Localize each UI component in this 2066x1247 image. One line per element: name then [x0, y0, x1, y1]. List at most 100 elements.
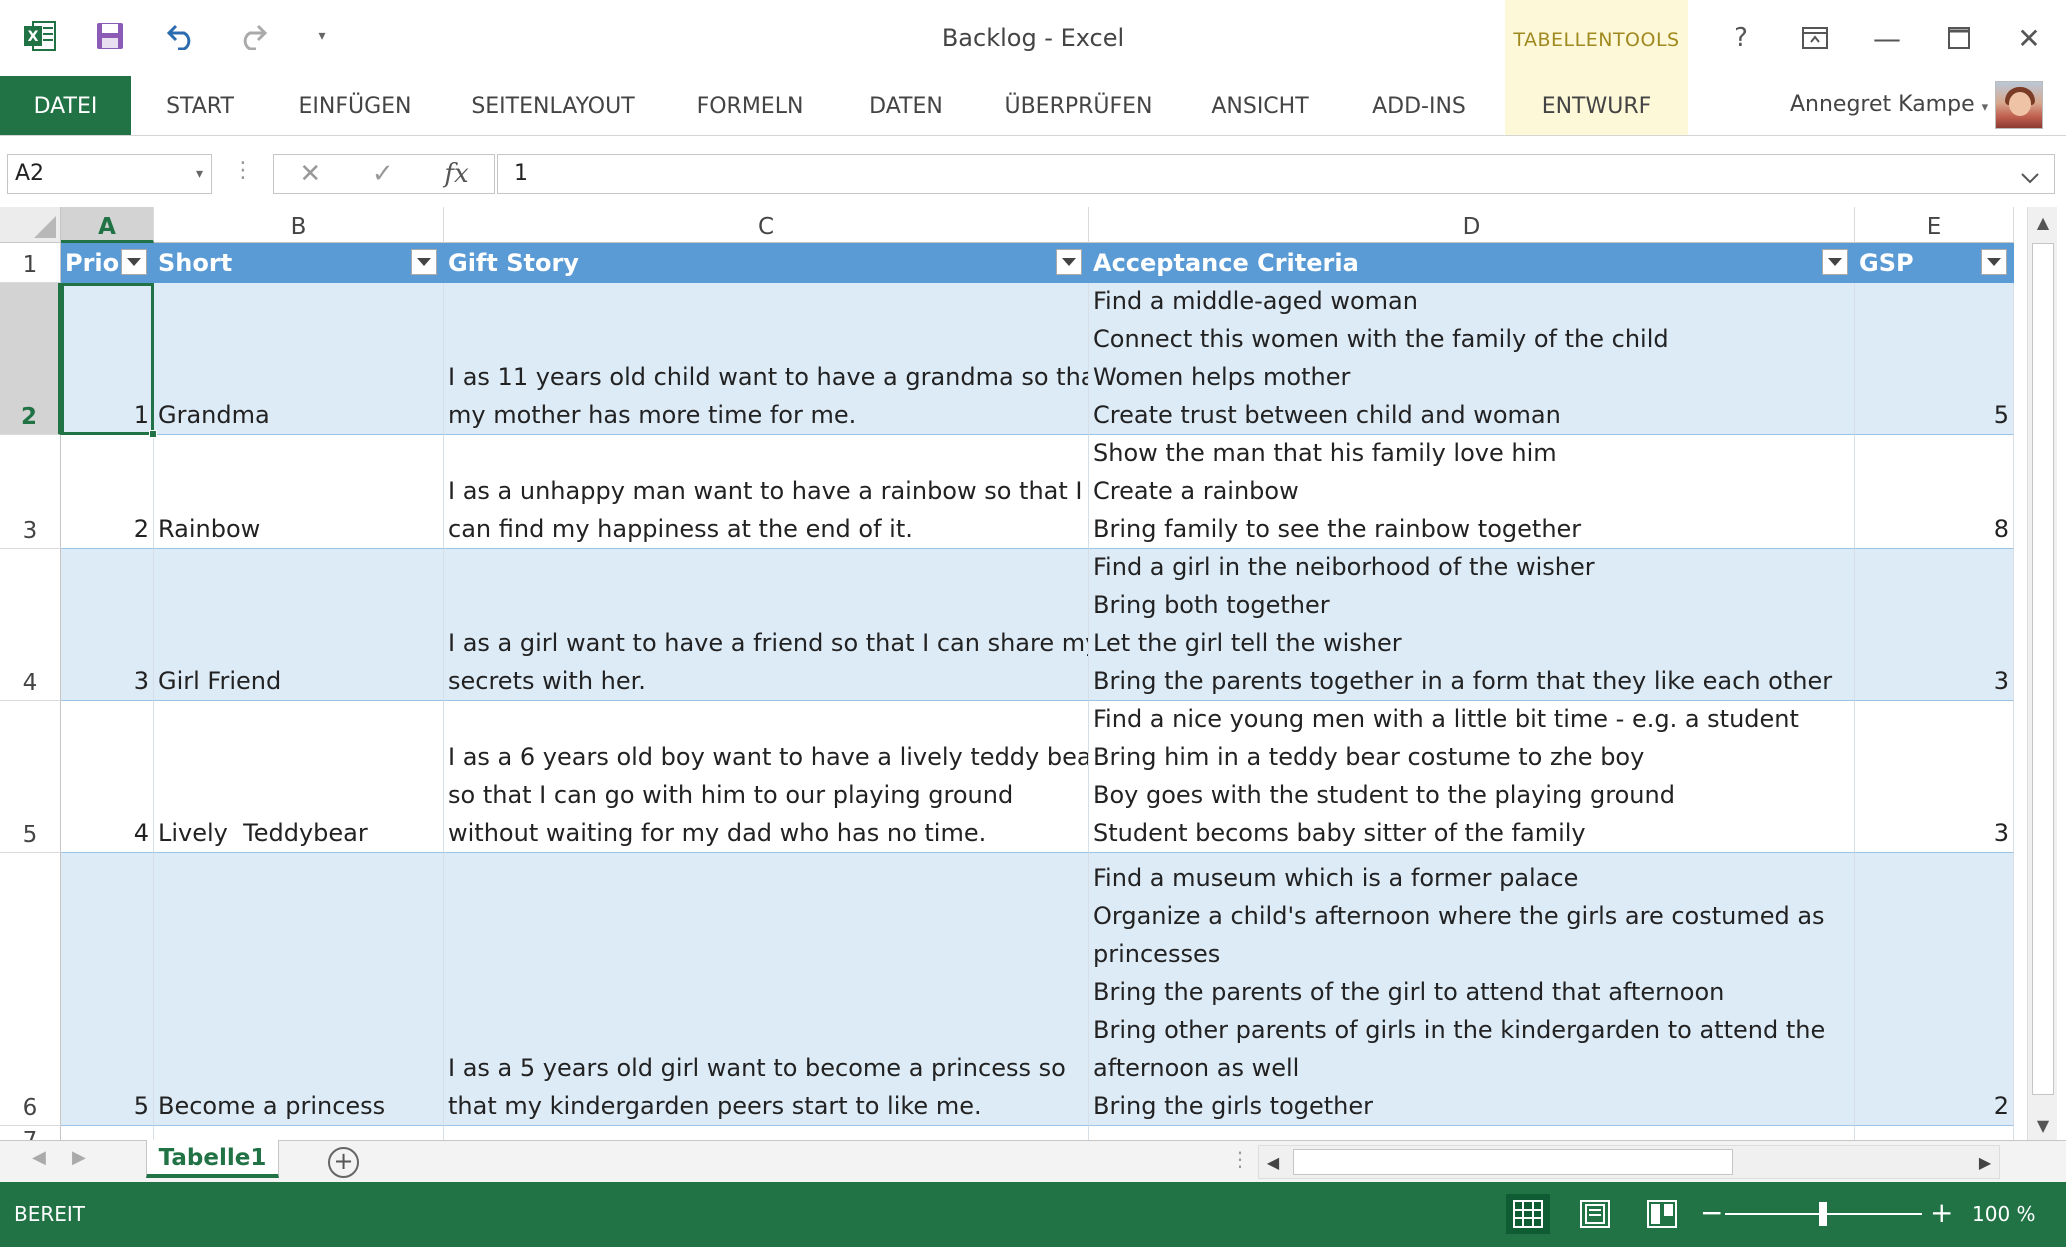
filter-dropdown-icon[interactable]: [1981, 249, 2007, 275]
cell-gsp[interactable]: 5: [1855, 283, 2014, 435]
horizontal-scrollbar[interactable]: ◀ ▶: [1258, 1145, 2000, 1179]
select-all-button[interactable]: [0, 207, 61, 243]
filter-dropdown-icon[interactable]: [411, 249, 437, 275]
row-header-3[interactable]: 3: [0, 435, 61, 549]
tab-ueberpruefen[interactable]: ÜBERPRÜFEN: [996, 76, 1161, 135]
enter-icon[interactable]: ✓: [372, 159, 394, 189]
row-header-7[interactable]: 7: [0, 1126, 61, 1140]
scroll-down-icon[interactable]: ▼: [2028, 1110, 2058, 1140]
help-button[interactable]: ?: [1716, 16, 1766, 60]
worksheet-grid[interactable]: A B C D E 1 2 3 4 5 6 7 Prio Short Gift …: [0, 207, 2014, 1140]
tab-entwurf[interactable]: ENTWURF: [1505, 76, 1688, 135]
cell-gsp[interactable]: 8: [1855, 435, 2014, 549]
cell-short[interactable]: Become a princess: [154, 853, 444, 1126]
vertical-scrollbar[interactable]: ▲ ▼: [2027, 207, 2057, 1140]
table-header-acceptance-criteria[interactable]: Acceptance Criteria: [1089, 243, 1855, 283]
zoom-out-button[interactable]: −: [1700, 1196, 1723, 1229]
cell-gift-story[interactable]: I as a unhappy man want to have a rainbo…: [444, 435, 1089, 549]
cell-acceptance-criteria[interactable]: Find a girl in the neiborhood of the wis…: [1089, 549, 1855, 701]
drag-handle-icon[interactable]: ⋮: [232, 158, 254, 183]
tab-ansicht[interactable]: ANSICHT: [1200, 76, 1320, 135]
filter-dropdown-icon[interactable]: [1056, 249, 1082, 275]
filter-dropdown-icon[interactable]: [1822, 249, 1848, 275]
chevron-down-icon[interactable]: ▾: [196, 155, 203, 193]
tab-formeln[interactable]: FORMELN: [685, 76, 815, 135]
previous-sheet-icon[interactable]: ◀: [32, 1147, 46, 1168]
scroll-left-icon[interactable]: ◀: [1259, 1146, 1287, 1178]
row-header-1[interactable]: 1: [0, 243, 61, 283]
cell-acceptance-criteria[interactable]: Find a nice young men with a little bit …: [1089, 701, 1855, 853]
normal-view-icon[interactable]: [1506, 1194, 1550, 1234]
cell-empty[interactable]: [1855, 1126, 2014, 1140]
close-button[interactable]: ✕: [2004, 16, 2054, 60]
cell-gift-story[interactable]: I as a 6 years old boy want to have a li…: [444, 701, 1089, 853]
column-header-e[interactable]: E: [1855, 207, 2014, 243]
cell-acceptance-criteria[interactable]: Find a middle-aged woman Connect this wo…: [1089, 283, 1855, 435]
tab-split-handle-icon[interactable]: ⋮: [1230, 1147, 1250, 1171]
next-sheet-icon[interactable]: ▶: [72, 1147, 86, 1168]
page-layout-view-icon[interactable]: [1573, 1194, 1617, 1234]
scroll-up-icon[interactable]: ▲: [2028, 207, 2058, 237]
formula-input[interactable]: 1: [497, 154, 2055, 194]
cell-gsp[interactable]: 3: [1855, 549, 2014, 701]
tab-einfuegen[interactable]: EINFÜGEN: [285, 76, 425, 135]
cell-empty[interactable]: [154, 1126, 444, 1140]
column-header-b[interactable]: B: [154, 207, 444, 243]
row-header-6[interactable]: 6: [0, 853, 61, 1126]
zoom-in-button[interactable]: +: [1930, 1196, 1953, 1229]
user-account-name[interactable]: Annegret Kampe ▾: [1790, 92, 1988, 117]
cell-gift-story[interactable]: I as 11 years old child want to have a g…: [444, 283, 1089, 435]
cell-acceptance-criteria[interactable]: Show the man that his family love him Cr…: [1089, 435, 1855, 549]
scroll-right-icon[interactable]: ▶: [1971, 1146, 1999, 1178]
table-header-short[interactable]: Short: [154, 243, 444, 283]
row-header-5[interactable]: 5: [0, 701, 61, 853]
tab-seitenlayout[interactable]: SEITENLAYOUT: [461, 76, 645, 135]
row-header-2[interactable]: 2: [0, 283, 61, 435]
row-header-4[interactable]: 4: [0, 549, 61, 701]
cell-value: Become a princess: [158, 1092, 386, 1120]
tab-add-ins[interactable]: ADD-INS: [1362, 76, 1476, 135]
cell-acceptance-criteria[interactable]: Find a museum which is a former palace O…: [1089, 853, 1855, 1126]
expand-formula-bar-icon[interactable]: [2020, 159, 2040, 197]
sheet-tab-tabelle1[interactable]: Tabelle1: [146, 1140, 279, 1178]
vertical-scroll-thumb[interactable]: [2032, 243, 2054, 1095]
column-header-c[interactable]: C: [444, 207, 1089, 243]
formula-buttons: ✕ ✓ fx: [273, 154, 495, 194]
table-header-gift-story[interactable]: Gift Story: [444, 243, 1089, 283]
cell-prio[interactable]: 5: [61, 853, 154, 1126]
cell-empty[interactable]: [1089, 1126, 1855, 1140]
horizontal-scroll-thumb[interactable]: [1293, 1149, 1733, 1175]
cell-prio[interactable]: 1: [61, 283, 154, 435]
cell-empty[interactable]: [61, 1126, 154, 1140]
name-box[interactable]: A2 ▾: [7, 154, 212, 194]
cell-gsp[interactable]: 2: [1855, 853, 2014, 1126]
cell-short[interactable]: Grandma: [154, 283, 444, 435]
cell-gsp[interactable]: 3: [1855, 701, 2014, 853]
column-header-d[interactable]: D: [1089, 207, 1855, 243]
tab-datei[interactable]: DATEI: [0, 76, 131, 135]
avatar[interactable]: [1995, 81, 2043, 129]
cell-line: I as a unhappy man want to have a rainbo…: [448, 477, 1083, 505]
cell-short[interactable]: Rainbow: [154, 435, 444, 549]
maximize-icon[interactable]: [1934, 16, 1984, 60]
minimize-button[interactable]: —: [1862, 16, 1912, 60]
cell-short[interactable]: Girl Friend: [154, 549, 444, 701]
ribbon-display-options-icon[interactable]: [1790, 16, 1840, 60]
insert-function-button[interactable]: fx: [444, 159, 468, 189]
filter-dropdown-icon[interactable]: [121, 249, 147, 275]
cell-prio[interactable]: 3: [61, 549, 154, 701]
tab-daten[interactable]: DATEN: [858, 76, 954, 135]
cell-gift-story[interactable]: I as a 5 years old girl want to become a…: [444, 853, 1089, 1126]
cell-prio[interactable]: 4: [61, 701, 154, 853]
cell-gift-story[interactable]: I as a girl want to have a friend so tha…: [444, 549, 1089, 701]
page-break-preview-icon[interactable]: [1640, 1194, 1684, 1234]
zoom-level[interactable]: 100 %: [1972, 1202, 2036, 1226]
column-header-a[interactable]: A: [61, 207, 154, 243]
cell-short[interactable]: Lively Teddybear: [154, 701, 444, 853]
cell-empty[interactable]: [444, 1126, 1089, 1140]
cell-prio[interactable]: 2: [61, 435, 154, 549]
add-sheet-button[interactable]: +: [328, 1147, 359, 1178]
tab-start[interactable]: START: [150, 76, 250, 135]
cancel-icon[interactable]: ✕: [299, 159, 321, 189]
zoom-slider-thumb[interactable]: [1819, 1202, 1827, 1226]
